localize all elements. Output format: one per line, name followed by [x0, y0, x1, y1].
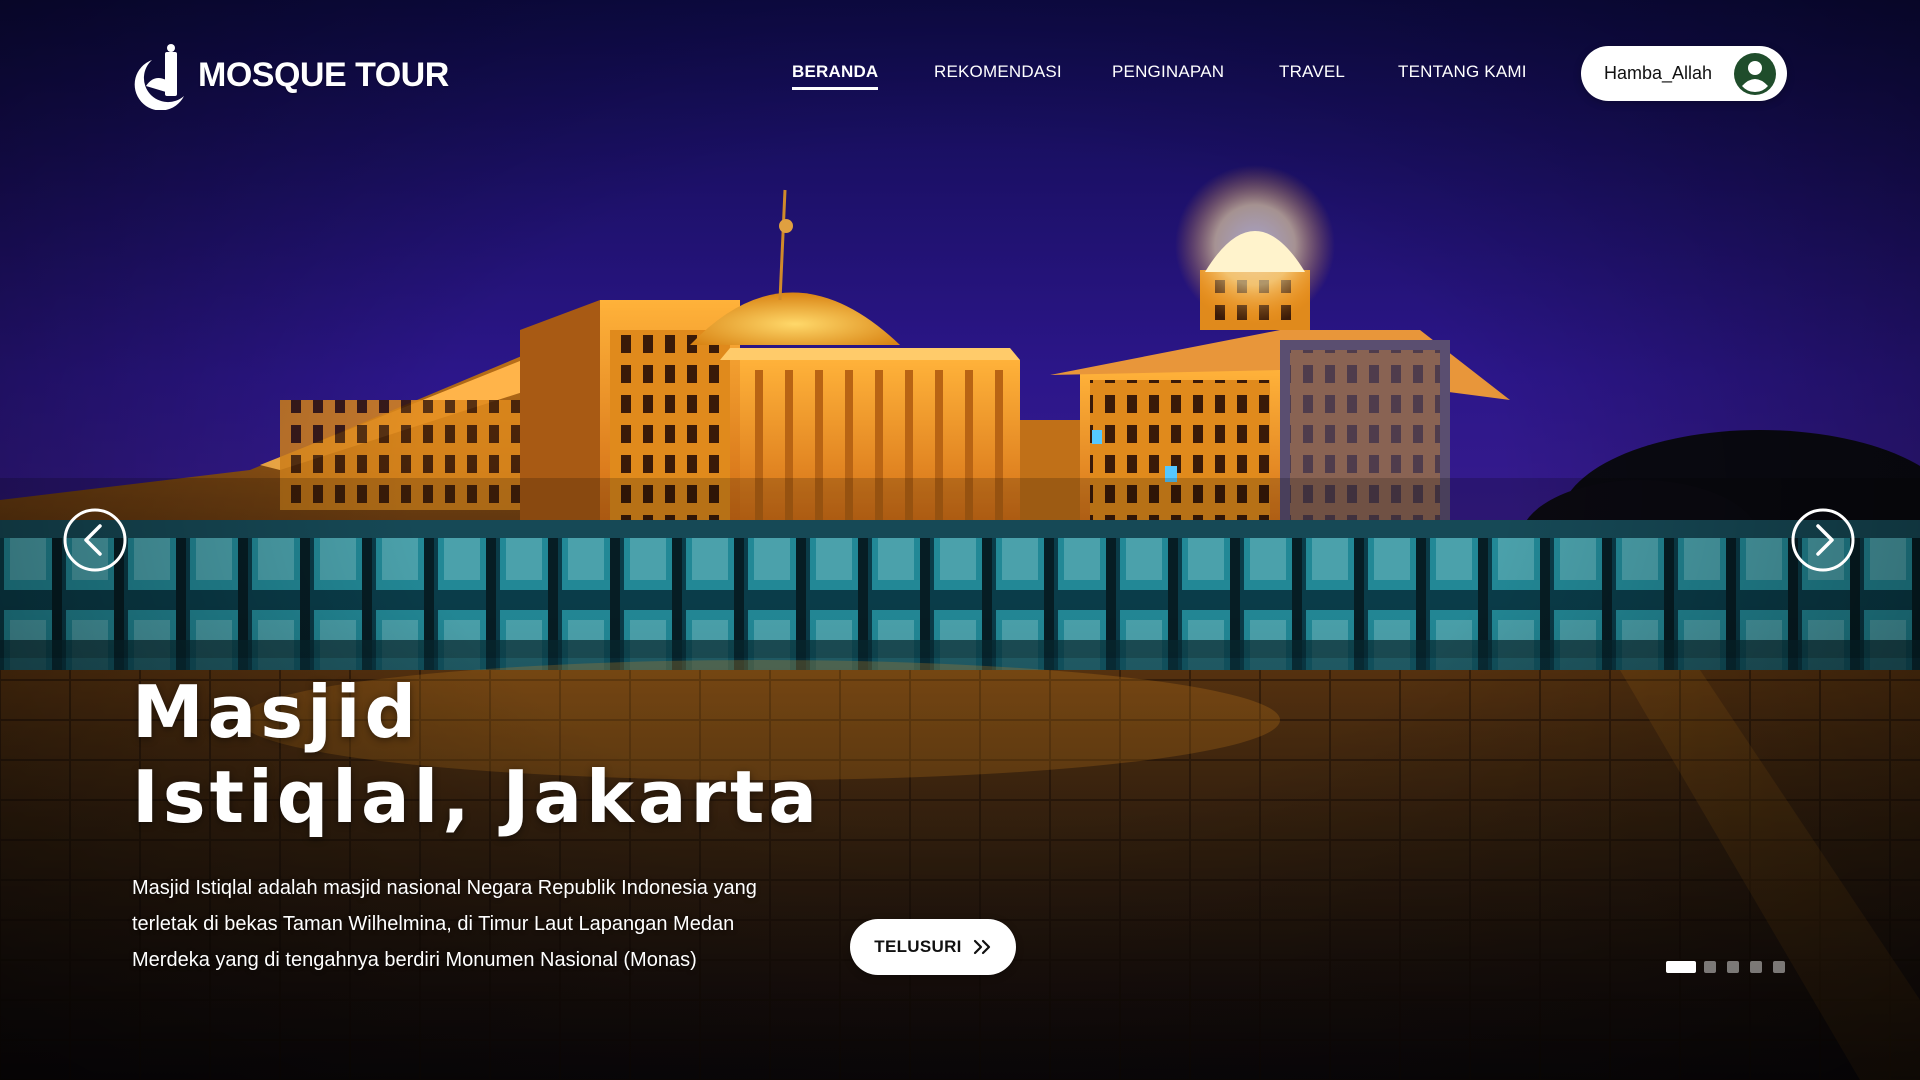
telusuri-label: TELUSURI: [874, 937, 962, 956]
nav-item-beranda[interactable]: BERANDA: [792, 62, 879, 90]
slide-title: Masjid Istiqlal, Jakarta: [132, 670, 821, 840]
carousel-dot-3[interactable]: [1727, 961, 1739, 973]
carousel-dot-4[interactable]: [1750, 961, 1762, 973]
hero-carousel: MOSQUE TOUR BERANDA REKOMENDASI PENGINAP…: [0, 0, 1920, 1080]
slide-title-line-2: Istiqlal, Jakarta: [132, 755, 821, 839]
nav-item-penginapan[interactable]: PENGINAPAN: [1112, 62, 1224, 82]
mosque-logo-icon: [134, 44, 184, 110]
chevron-left-circle-icon[interactable]: [63, 508, 127, 572]
nav-item-tentang-kami[interactable]: TENTANG KAMI: [1398, 62, 1527, 82]
user-account-button[interactable]: Hamba_Allah: [1581, 46, 1787, 101]
brand-logo[interactable]: MOSQUE TOUR: [132, 40, 449, 110]
nav-item-travel[interactable]: TRAVEL: [1279, 62, 1345, 82]
carousel-dot-2[interactable]: [1704, 961, 1716, 973]
chevron-right-circle-icon[interactable]: [1791, 508, 1855, 572]
nav-item-rekomendasi[interactable]: REKOMENDASI: [934, 62, 1062, 82]
site-header: MOSQUE TOUR BERANDA REKOMENDASI PENGINAP…: [0, 0, 1920, 150]
carousel-dot-1[interactable]: [1666, 961, 1696, 973]
user-name: Hamba_Allah: [1604, 63, 1713, 83]
slide-title-line-1: Masjid: [132, 670, 420, 754]
double-chevron-right-icon: [973, 939, 990, 955]
telusuri-button[interactable]: TELUSURI: [850, 919, 1016, 975]
user-circle-icon: [1734, 53, 1776, 95]
slide-description: Masjid Istiqlal adalah masjid nasional N…: [132, 877, 757, 971]
brand-name: MOSQUE TOUR: [198, 55, 449, 94]
carousel-dot-5[interactable]: [1773, 961, 1785, 973]
